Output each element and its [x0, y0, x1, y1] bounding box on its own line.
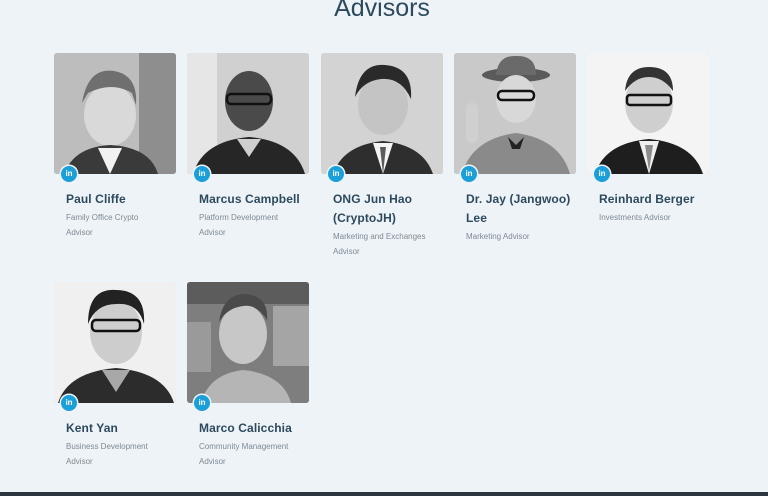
advisor-photo [187, 282, 309, 403]
linkedin-icon[interactable]: in [461, 166, 477, 182]
advisor-photo [187, 53, 309, 174]
advisor-card: in Marcus Campbell Platform Development … [187, 53, 309, 240]
advisor-name: ONG Jun Hao (CryptoJH) [333, 192, 413, 225]
linkedin-icon[interactable]: in [61, 166, 77, 182]
advisor-role: Marketing and Exchanges Advisor [333, 232, 426, 256]
advisor-name: Marcus Campbell [199, 192, 300, 206]
advisor-role: Family Office Crypto Advisor [66, 213, 139, 237]
advisor-photo [321, 53, 443, 174]
advisor-card: in Kent Yan Business Development Advisor [54, 282, 176, 469]
advisor-name: Marco Calicchia [199, 421, 292, 435]
advisor-photo [587, 53, 709, 174]
advisor-card: in Paul Cliffe Family Office Crypto Advi… [54, 53, 176, 240]
advisor-name: Paul Cliffe [66, 192, 126, 206]
advisor-card: in Marco Calicchia Community Management … [187, 282, 309, 469]
advisor-name: Dr. Jay (Jangwoo) Lee [466, 192, 571, 225]
advisor-photo [454, 53, 576, 174]
section-title: Advisors [334, 0, 430, 22]
advisor-role: Platform Development Advisor [199, 213, 279, 237]
linkedin-icon[interactable]: in [194, 166, 210, 182]
advisor-name: Kent Yan [66, 421, 118, 435]
advisor-role: Investments Advisor [599, 213, 671, 222]
advisor-card: in Reinhard Berger Investments Advisor [587, 53, 709, 225]
linkedin-icon[interactable]: in [328, 166, 344, 182]
advisor-role: Business Development Advisor [66, 442, 148, 466]
footer-divider [0, 492, 768, 496]
advisor-photo [54, 53, 176, 174]
advisor-card: in Dr. Jay (Jangwoo) Lee Marketing Advis… [454, 53, 576, 244]
advisor-role: Marketing Advisor [466, 232, 530, 241]
linkedin-icon[interactable]: in [594, 166, 610, 182]
linkedin-icon[interactable]: in [194, 395, 210, 411]
advisor-card: in ONG Jun Hao (CryptoJH) Marketing and … [321, 53, 443, 259]
advisor-photo [54, 282, 176, 403]
advisor-name: Reinhard Berger [599, 192, 695, 206]
advisor-role: Community Management Advisor [199, 442, 289, 466]
linkedin-icon[interactable]: in [61, 395, 77, 411]
